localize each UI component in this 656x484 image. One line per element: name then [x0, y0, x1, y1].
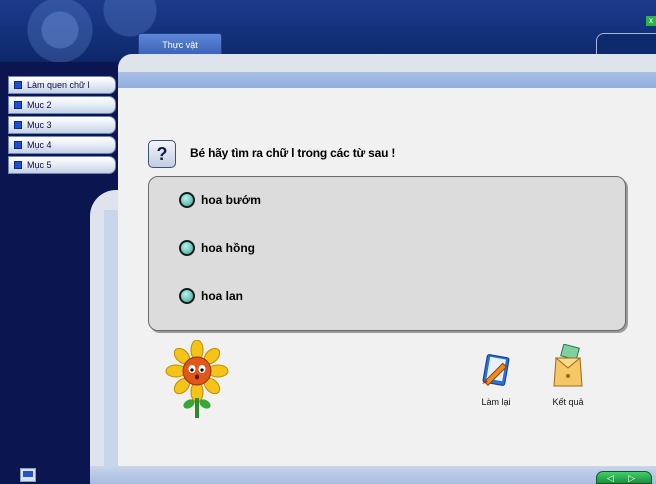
square-bullet-icon [14, 101, 22, 109]
option-label: hoa lan [201, 289, 244, 303]
square-bullet-icon [14, 161, 22, 169]
result-button[interactable]: Kết quả [540, 343, 596, 407]
radio-button[interactable] [179, 240, 195, 256]
content-header-bar [118, 72, 656, 88]
retry-label: Làm lại [481, 397, 511, 407]
result-label: Kết quả [552, 397, 584, 407]
sidebar-item-muc-3[interactable]: Mục 3 [8, 116, 116, 134]
retry-button[interactable]: Làm lại [468, 350, 524, 407]
notebook-pencil-icon [476, 354, 516, 394]
sidebar-item-lam-quen[interactable]: Làm quen chữ l [8, 76, 116, 94]
option-hoa-lan[interactable]: hoa lan [179, 287, 243, 305]
sidebar-item-muc-4[interactable]: Mục 4 [8, 136, 116, 154]
question-text: Bé hãy tìm ra chữ l trong các từ sau ! [190, 146, 396, 160]
header-bar [0, 0, 656, 62]
square-bullet-icon [14, 141, 22, 149]
question-icon: ? [148, 140, 176, 168]
radio-button[interactable] [179, 288, 195, 304]
tab-plants[interactable]: Thực vật [138, 33, 222, 55]
sidebar-item-muc-2[interactable]: Mục 2 [8, 96, 116, 114]
answer-box: hoa bướm hoa hồng hoa lan [148, 176, 626, 331]
bottom-bar [90, 466, 656, 484]
sidebar-item-label: Mục 3 [27, 120, 52, 130]
close-icon[interactable]: x [646, 16, 656, 26]
frame-left-inner [104, 210, 118, 466]
square-bullet-icon [14, 121, 22, 129]
sidebar: Làm quen chữ l Mục 2 Mục 3 Mục 4 Mục 5 [8, 76, 116, 176]
nav-arrows[interactable]: ◁ ▷ [596, 471, 652, 484]
square-bullet-icon [14, 81, 22, 89]
radio-button[interactable] [179, 192, 195, 208]
sidebar-item-muc-5[interactable]: Mục 5 [8, 156, 116, 174]
tab-empty [596, 33, 656, 55]
frame-top [118, 54, 656, 72]
monitor-icon[interactable] [20, 468, 36, 482]
envelope-card-icon [548, 343, 588, 394]
sidebar-item-label: Mục 5 [27, 160, 52, 170]
sidebar-item-label: Làm quen chữ l [27, 80, 90, 90]
sidebar-item-label: Mục 2 [27, 100, 52, 110]
sunflower-icon [162, 339, 232, 420]
option-hoa-buom[interactable]: hoa bướm [179, 191, 261, 209]
sidebar-item-label: Mục 4 [27, 140, 52, 150]
option-label: hoa bướm [201, 193, 261, 207]
option-label: hoa hồng [201, 241, 255, 255]
option-hoa-hong[interactable]: hoa hồng [179, 239, 255, 257]
